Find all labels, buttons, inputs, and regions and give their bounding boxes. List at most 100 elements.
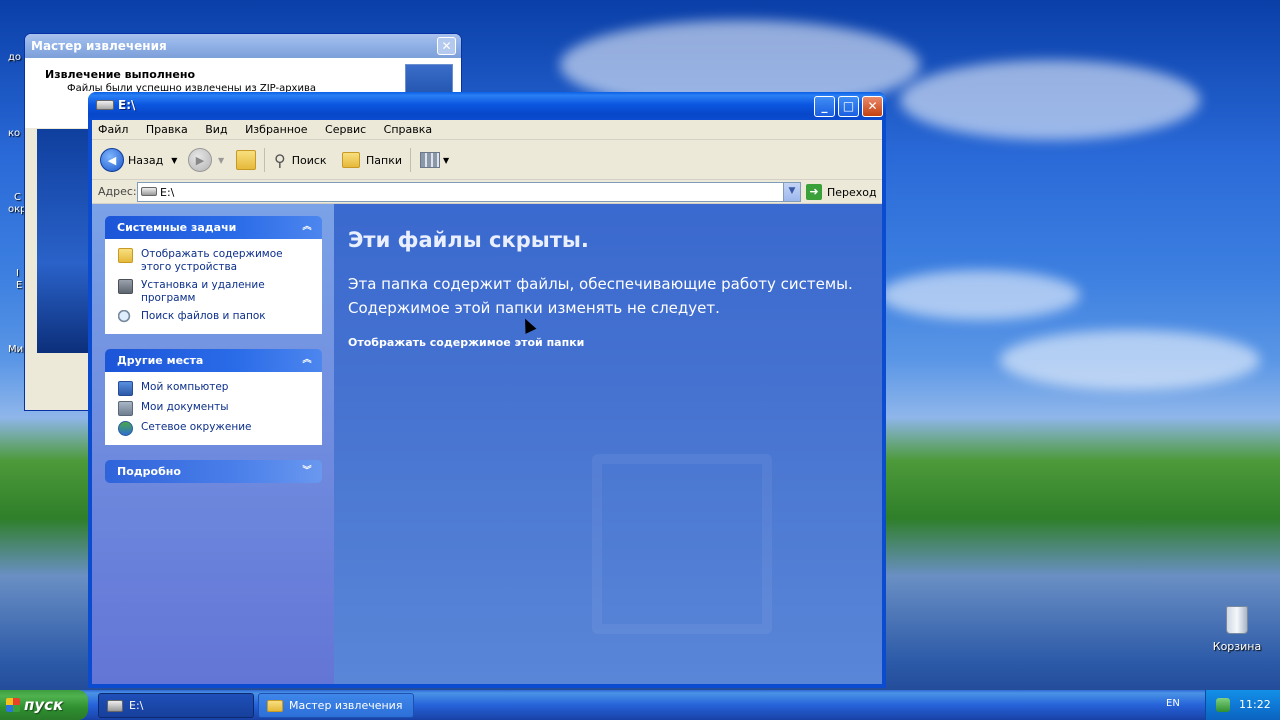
collapse-icon[interactable]: ︽ bbox=[300, 220, 314, 234]
details-panel: Подробно ︾ bbox=[105, 460, 322, 483]
explorer-title-bar[interactable]: E:\ _ □ ✕ bbox=[88, 92, 886, 120]
search-button[interactable]: ⚲ Поиск bbox=[274, 148, 327, 172]
add-remove-programs-icon bbox=[118, 279, 133, 294]
task-show-contents[interactable]: Отображать содержимое этого устройства bbox=[118, 248, 311, 274]
folders-icon bbox=[342, 152, 360, 168]
minimize-button[interactable]: _ bbox=[814, 96, 835, 117]
desktop-icon-label-partial[interactable]: ко bbox=[8, 128, 20, 139]
desktop-icon-label-partial[interactable]: до bbox=[8, 52, 21, 63]
system-tasks-title: Системные задачи bbox=[117, 221, 237, 234]
close-button[interactable]: ✕ bbox=[862, 96, 883, 117]
clock[interactable]: 11:22 bbox=[1239, 698, 1271, 711]
system-tasks-panel: Системные задачи ︽ Отображать содержимое… bbox=[105, 216, 322, 334]
search-label: Поиск bbox=[291, 153, 327, 167]
details-header[interactable]: Подробно ︾ bbox=[105, 460, 322, 483]
menu-tools[interactable]: Сервис bbox=[325, 123, 366, 136]
forward-button[interactable]: ▶ ▼ bbox=[188, 148, 224, 172]
other-places-header[interactable]: Другие места ︽ bbox=[105, 349, 322, 372]
explorer-window[interactable]: E:\ _ □ ✕ Файл Правка Вид Избранное Серв… bbox=[88, 92, 886, 688]
go-arrow-icon: ➜ bbox=[806, 184, 822, 200]
task-label: Установка и удаление программ bbox=[141, 279, 265, 304]
wizard-close-button[interactable]: ✕ bbox=[437, 37, 456, 55]
views-dropdown-icon: ▼ bbox=[443, 155, 450, 165]
taskbar: пуск E:\ Мастер извлечения EN 11:22 bbox=[0, 690, 1280, 720]
my-computer-icon bbox=[118, 381, 133, 396]
address-dropdown-icon[interactable]: ▼ bbox=[783, 183, 800, 201]
place-label: Сетевое окружение bbox=[141, 421, 252, 433]
my-documents-icon bbox=[118, 401, 133, 416]
desktop-icon-label-partial[interactable]: I bbox=[16, 268, 19, 279]
back-dropdown-icon[interactable]: ▼ bbox=[171, 156, 177, 165]
menu-favorites[interactable]: Избранное bbox=[245, 123, 307, 136]
views-icon bbox=[420, 152, 440, 168]
folder-up-icon bbox=[236, 150, 256, 170]
forward-arrow-icon: ▶ bbox=[188, 148, 212, 172]
back-button[interactable]: ◀ Назад ▼ bbox=[100, 148, 177, 172]
back-label: Назад bbox=[128, 153, 164, 167]
expand-icon[interactable]: ︾ bbox=[300, 464, 314, 478]
network-icon bbox=[118, 421, 133, 436]
hidden-files-heading: Эти файлы скрыты. bbox=[348, 228, 589, 252]
desktop-icon-label-partial[interactable]: С bbox=[14, 192, 21, 203]
go-label: Переход bbox=[827, 185, 877, 199]
details-title: Подробно bbox=[117, 465, 181, 478]
maximize-button[interactable]: □ bbox=[838, 96, 859, 117]
system-tasks-header[interactable]: Системные задачи ︽ bbox=[105, 216, 322, 239]
toolbar-separator bbox=[264, 148, 265, 172]
system-tray: 11:22 bbox=[1205, 690, 1280, 720]
task-pane: Системные задачи ︽ Отображать содержимое… bbox=[92, 204, 334, 684]
task-search-files[interactable]: Поиск файлов и папок bbox=[118, 310, 311, 325]
address-input[interactable]: E:\ ▼ bbox=[137, 182, 801, 202]
windows-logo-icon bbox=[6, 698, 20, 712]
back-arrow-icon: ◀ bbox=[100, 148, 124, 172]
desktop-icon-label-partial[interactable]: Ми bbox=[8, 344, 23, 355]
task-label: Отображать содержимое этого устройства bbox=[141, 248, 283, 273]
task-label: Поиск файлов и папок bbox=[141, 310, 266, 322]
drive-icon bbox=[107, 700, 123, 712]
address-bar: Адрес: E:\ ▼ ➜ Переход bbox=[92, 180, 882, 204]
forward-dropdown-icon[interactable]: ▼ bbox=[218, 156, 224, 165]
recycle-bin-label: Корзина bbox=[1212, 640, 1262, 653]
wizard-heading: Извлечение выполнено bbox=[45, 68, 196, 81]
menu-edit[interactable]: Правка bbox=[146, 123, 188, 136]
menu-help[interactable]: Справка bbox=[384, 123, 432, 136]
search-icon bbox=[118, 310, 133, 325]
start-button[interactable]: пуск bbox=[0, 690, 88, 720]
collapse-icon[interactable]: ︽ bbox=[300, 353, 314, 367]
folder-icon bbox=[118, 248, 133, 263]
place-my-computer[interactable]: Мой компьютер bbox=[118, 381, 311, 396]
show-contents-link[interactable]: Отображать содержимое этой папки bbox=[348, 336, 868, 349]
views-button[interactable]: ▼ bbox=[420, 148, 449, 172]
hidden-files-text: Эта папка содержит файлы, обеспечивающие… bbox=[348, 275, 853, 317]
place-network[interactable]: Сетевое окружение bbox=[118, 421, 311, 436]
other-places-panel: Другие места ︽ Мой компьютер Мои докумен… bbox=[105, 349, 322, 445]
menu-bar: Файл Правка Вид Избранное Сервис Справка bbox=[92, 120, 882, 140]
explorer-title: E:\ bbox=[118, 98, 136, 112]
wizard-title: Мастер извлечения bbox=[31, 39, 167, 53]
safely-remove-hardware-icon[interactable] bbox=[1216, 698, 1230, 712]
place-label: Мой компьютер bbox=[141, 381, 229, 393]
taskbar-button-label: E:\ bbox=[129, 699, 144, 712]
other-places-title: Другие места bbox=[117, 354, 204, 367]
main-pane: Эти файлы скрыты. Эта папка содержит фай… bbox=[334, 204, 882, 684]
folders-button[interactable]: Папки bbox=[342, 148, 402, 172]
folder-icon bbox=[267, 700, 283, 712]
taskbar-button-wizard[interactable]: Мастер извлечения bbox=[258, 693, 414, 718]
wizard-title-bar[interactable]: Мастер извлечения ✕ bbox=[25, 34, 461, 58]
folders-label: Папки bbox=[366, 153, 402, 167]
task-add-remove-programs[interactable]: Установка и удаление программ bbox=[118, 279, 311, 305]
menu-file[interactable]: Файл bbox=[98, 123, 128, 136]
place-my-documents[interactable]: Мои документы bbox=[118, 401, 311, 416]
menu-view[interactable]: Вид bbox=[205, 123, 227, 136]
watermark bbox=[592, 454, 772, 634]
taskbar-button-explorer[interactable]: E:\ bbox=[98, 693, 254, 718]
go-button[interactable]: ➜ Переход bbox=[806, 183, 877, 201]
recycle-bin-icon bbox=[1226, 606, 1248, 634]
search-icon: ⚲ bbox=[274, 150, 286, 170]
place-label: Мои документы bbox=[141, 401, 229, 413]
recycle-bin[interactable]: Корзина bbox=[1210, 606, 1264, 653]
desktop-icon-label-partial[interactable]: E bbox=[16, 280, 22, 291]
start-label: пуск bbox=[24, 696, 64, 714]
language-indicator[interactable]: EN bbox=[1166, 698, 1180, 709]
up-button[interactable] bbox=[236, 148, 256, 172]
